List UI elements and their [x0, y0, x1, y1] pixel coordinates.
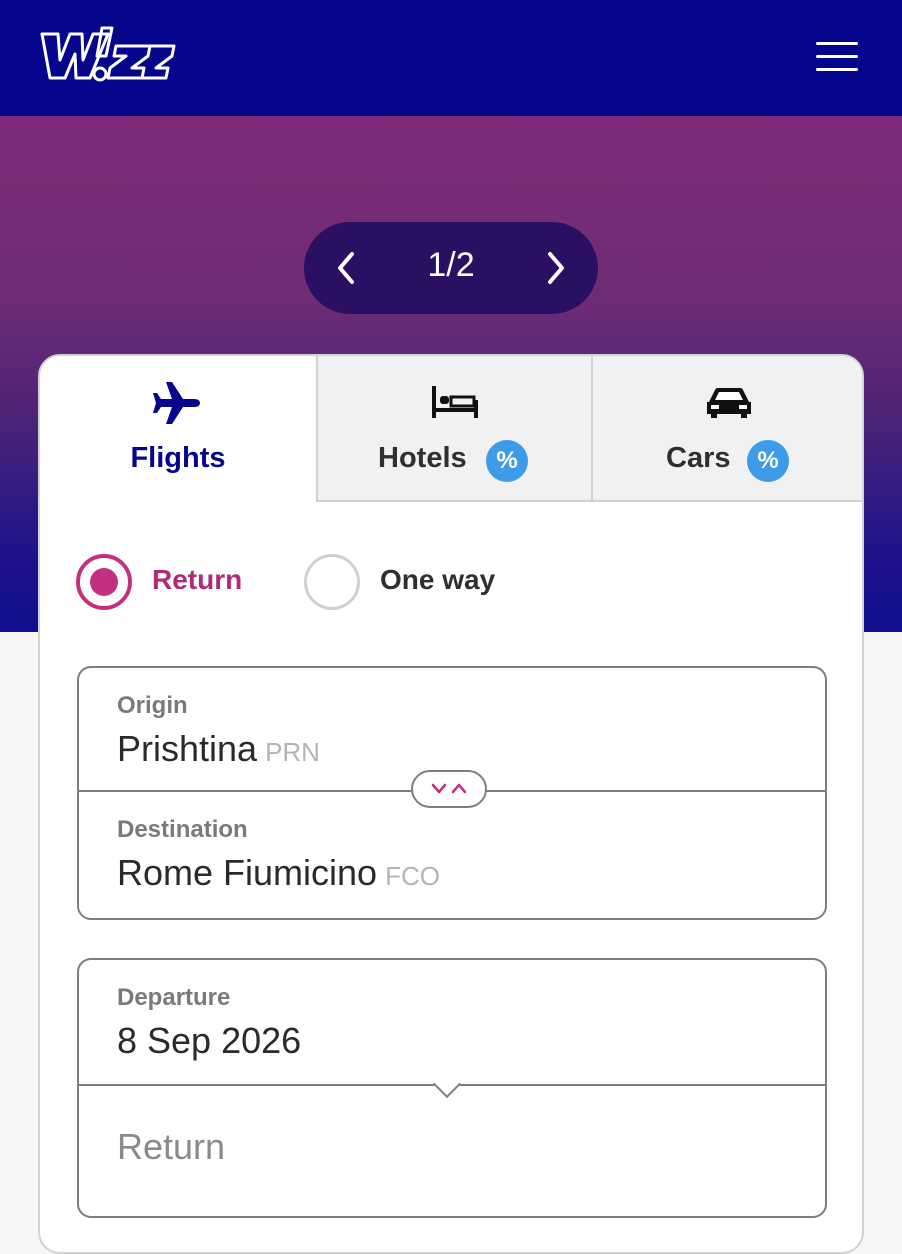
return-radio-label: Return: [152, 564, 243, 595]
origin-value: Prishtina PRN: [117, 728, 320, 770]
top-bar: [0, 0, 902, 116]
origin-code: PRN: [265, 737, 320, 767]
tab-label-cars: Cars: [666, 442, 731, 474]
destination-value: Rome Fiumicino FCO: [117, 852, 440, 894]
discount-badge: %: [747, 440, 789, 482]
departure-value: 8 Sep 2026: [117, 1020, 302, 1061]
route-fields: Origin Prishtina PRN Destination Rome Fiu…: [77, 666, 827, 920]
tab-cars[interactable]: Cars %: [591, 356, 862, 502]
oneway-radio-option[interactable]: One way: [304, 554, 524, 614]
destination-label: Destination: [117, 816, 248, 843]
search-card: Flights Hotels % Cars % Return One way O…: [38, 354, 864, 1254]
airplane-icon: [152, 378, 202, 433]
date-fields: Departure 8 Sep 2026 Return: [77, 958, 827, 1218]
return-date-field[interactable]: Return: [79, 1086, 825, 1216]
oneway-radio[interactable]: [304, 554, 360, 610]
bed-icon: [430, 384, 480, 425]
origin-label: Origin: [117, 692, 188, 719]
departure-label: Departure: [117, 984, 231, 1011]
return-radio-option[interactable]: Return: [76, 554, 276, 614]
destination-field[interactable]: Destination Rome Fiumicino FCO: [79, 792, 825, 918]
car-icon: [705, 386, 753, 425]
departure-field[interactable]: Departure 8 Sep 2026: [79, 960, 825, 1084]
hamburger-menu-icon[interactable]: [814, 40, 860, 72]
return-date-placeholder: Return: [117, 1126, 226, 1167]
tab-flights[interactable]: Flights: [40, 356, 316, 502]
discount-badge: %: [486, 440, 528, 482]
origin-city: Prishtina: [117, 728, 258, 769]
oneway-radio-label: One way: [380, 564, 496, 595]
tab-label-hotels: Hotels: [378, 442, 467, 474]
wizz-logo[interactable]: [36, 22, 176, 93]
destination-code: FCO: [385, 861, 440, 891]
return-radio[interactable]: [76, 554, 132, 610]
tab-hotels[interactable]: Hotels %: [316, 356, 591, 502]
slide-pager: 1/2: [304, 222, 598, 314]
tab-label-flights: Flights: [130, 442, 226, 474]
chevron-right-icon[interactable]: [534, 248, 574, 288]
destination-city: Rome Fiumicino: [117, 852, 378, 893]
